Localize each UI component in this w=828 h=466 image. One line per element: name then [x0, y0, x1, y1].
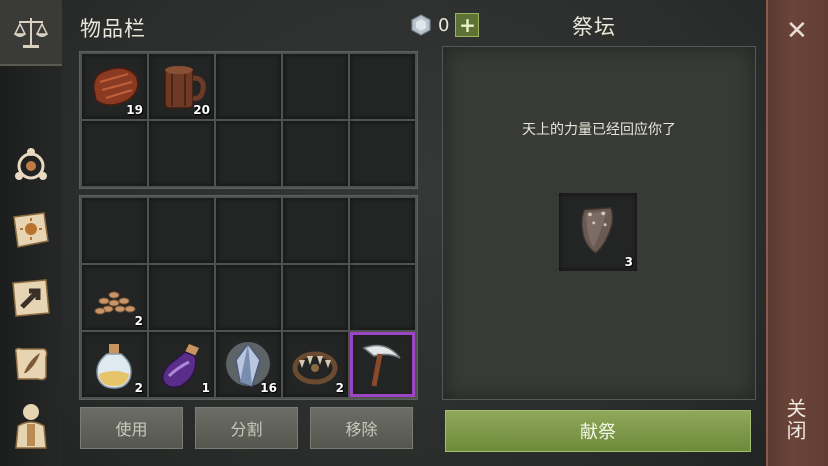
side-rail — [0, 0, 63, 466]
inventory-slot[interactable]: 1 — [149, 332, 214, 397]
close-label[interactable]: 关闭 — [783, 398, 810, 442]
bear-trap-icon — [292, 351, 338, 385]
inventory-slot[interactable] — [283, 121, 348, 186]
metal-plate-icon — [581, 207, 614, 254]
add-currency-button[interactable]: + — [455, 13, 480, 37]
close-column[interactable]: ✕ 关闭 — [766, 0, 828, 466]
inventory-slot[interactable]: 2 — [283, 332, 348, 397]
compass-icon[interactable] — [9, 142, 53, 186]
offer-button[interactable]: 献祭 — [445, 410, 751, 452]
remove-button[interactable]: 移除 — [310, 407, 413, 449]
quill-scroll-icon[interactable] — [9, 342, 53, 386]
inventory-slot[interactable]: 16 — [216, 332, 281, 397]
altar-panel: 天上的力量已经回应你了 3 — [442, 46, 756, 400]
inventory-slot[interactable] — [350, 265, 415, 330]
inventory-slot[interactable] — [149, 121, 214, 186]
slot-count: 1 — [201, 381, 210, 395]
scythe-icon — [362, 344, 401, 387]
slot-count: 2 — [134, 314, 143, 328]
use-button[interactable]: 使用 — [80, 407, 183, 449]
split-button[interactable]: 分割 — [195, 407, 298, 449]
gem-icon — [411, 14, 431, 36]
inventory-slot[interactable]: 2 — [82, 265, 147, 330]
inventory-slot[interactable] — [350, 332, 415, 397]
slot-count: 16 — [260, 381, 277, 395]
inventory-slot[interactable] — [216, 198, 281, 263]
map-arrow-icon[interactable] — [9, 276, 53, 320]
altar-title: 祭坛 — [572, 15, 616, 39]
rail-tab-active[interactable] — [0, 0, 62, 66]
inventory-grid-lower: 2 2 1 16 2 — [79, 195, 418, 400]
scales-icon[interactable] — [9, 10, 53, 54]
character-icon[interactable] — [9, 404, 53, 449]
seeds-icon — [94, 291, 136, 315]
inventory-slot[interactable] — [149, 265, 214, 330]
close-icon[interactable]: ✕ — [786, 18, 808, 44]
sun-scroll-icon[interactable] — [9, 208, 53, 252]
currency-value: 0 — [438, 14, 450, 36]
slot-count: 20 — [193, 103, 210, 117]
slot-count: 2 — [335, 381, 344, 395]
altar-slot[interactable]: 3 — [559, 193, 637, 271]
potion-icon — [96, 344, 132, 389]
inventory-slot[interactable] — [283, 198, 348, 263]
inventory-slot[interactable] — [216, 121, 281, 186]
inventory-slot[interactable] — [216, 54, 281, 119]
inventory-slot[interactable] — [149, 198, 214, 263]
inventory-slot[interactable]: 20 — [149, 54, 214, 119]
inventory-slot[interactable] — [350, 121, 415, 186]
slot-count: 2 — [134, 381, 143, 395]
inventory-slot[interactable] — [216, 265, 281, 330]
purple-potion-icon — [162, 344, 199, 388]
inventory-slot[interactable] — [350, 54, 415, 119]
currency-display: 0 + — [410, 12, 480, 38]
slot-count: 19 — [126, 103, 143, 117]
inventory-slot[interactable] — [82, 121, 147, 186]
main-panel: 物品栏 0 + 19 20 2 2 1 16 2 使用 分割 移除 祭坛 天上的力量已经回… — [62, 0, 766, 466]
altar-slot-count: 3 — [624, 255, 633, 269]
inventory-slot[interactable] — [82, 198, 147, 263]
inventory-slot[interactable] — [283, 265, 348, 330]
inventory-title: 物品栏 — [80, 17, 146, 41]
altar-message: 天上的力量已经回应你了 — [522, 122, 676, 138]
inventory-grid-upper: 19 20 — [79, 51, 418, 189]
inventory-slot[interactable] — [350, 198, 415, 263]
inventory-slot[interactable] — [283, 54, 348, 119]
inventory-slot[interactable]: 2 — [82, 332, 147, 397]
inventory-slot[interactable]: 19 — [82, 54, 147, 119]
